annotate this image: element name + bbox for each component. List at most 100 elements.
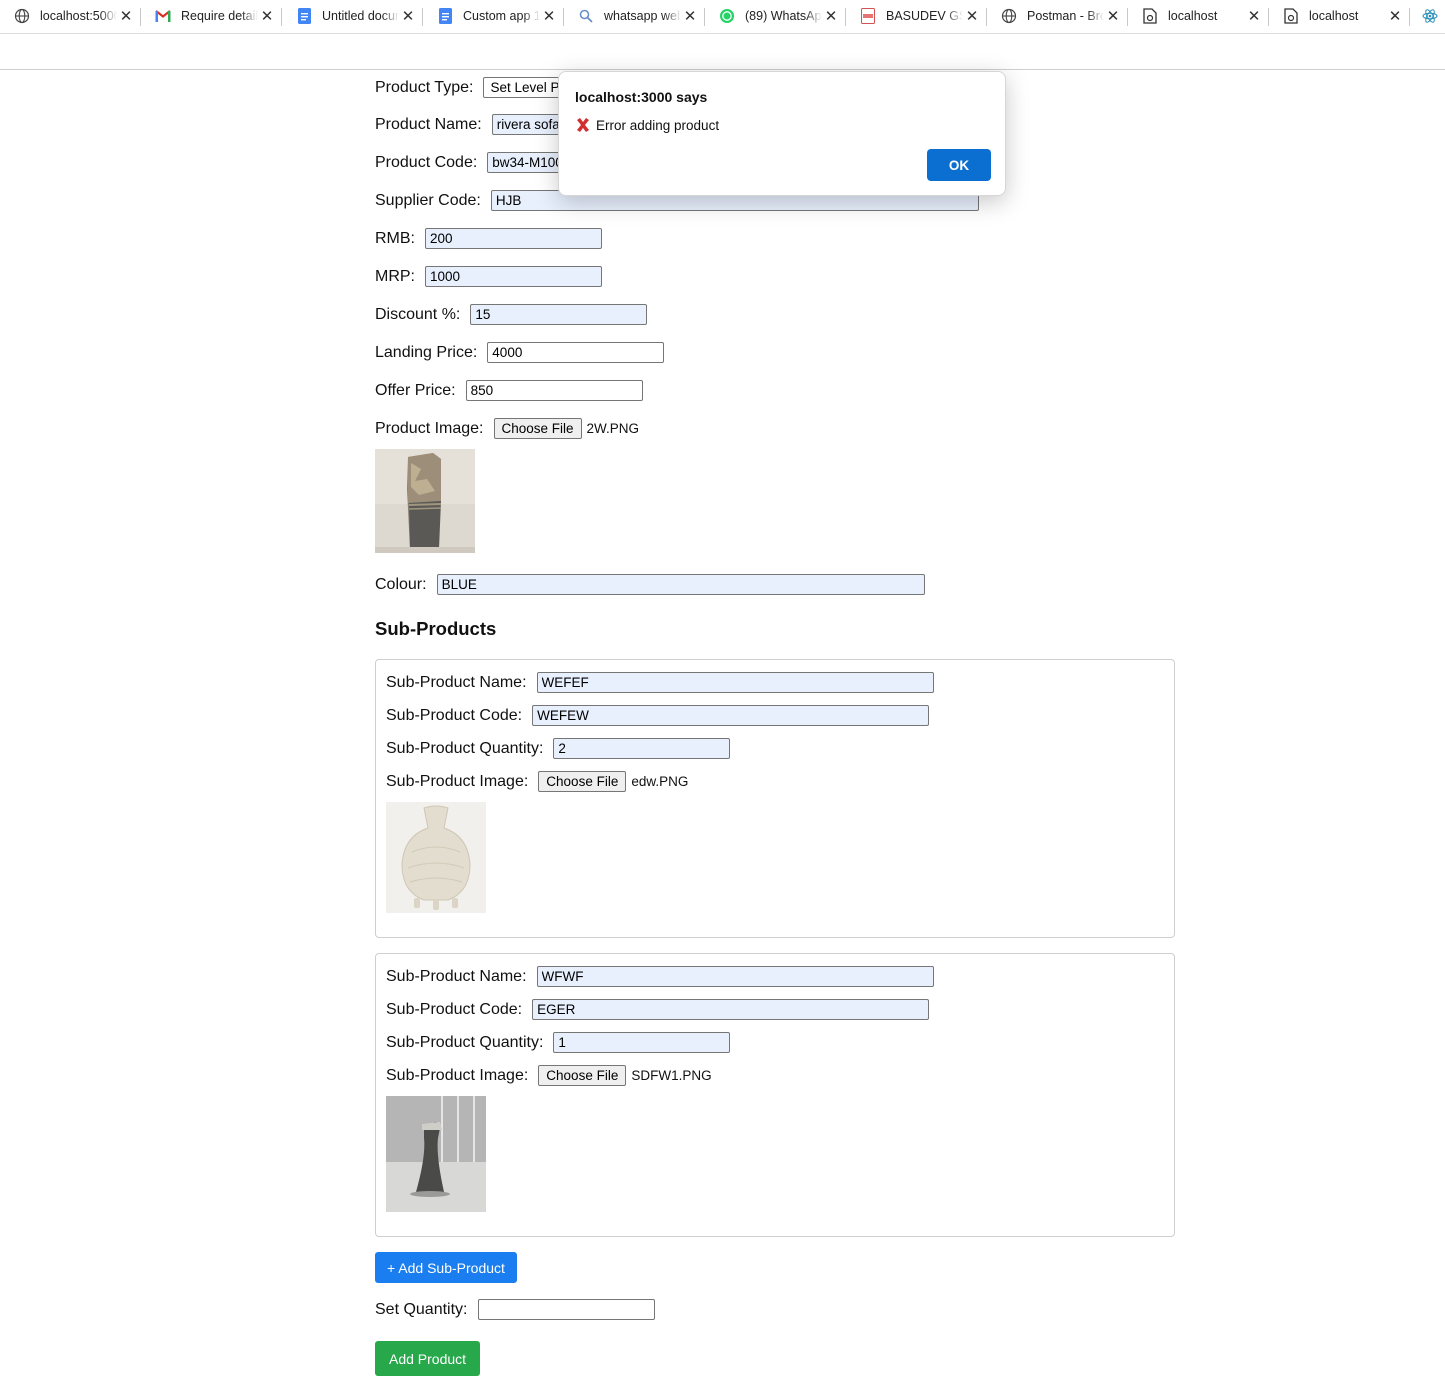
react-icon	[1422, 8, 1438, 24]
close-icon[interactable]: ✕	[117, 7, 135, 25]
close-icon[interactable]: ✕	[540, 7, 558, 25]
sub-product-card: Sub-Product Name: Sub-Product Code: Sub-…	[375, 953, 1175, 1237]
close-icon[interactable]: ✕	[1104, 7, 1122, 25]
close-icon[interactable]: ✕	[822, 7, 840, 25]
sub-product-image-label: Sub-Product Image:	[386, 772, 529, 790]
sub-product-name-input[interactable]	[536, 966, 934, 987]
page-icon	[1283, 8, 1299, 24]
globe-icon	[1001, 8, 1017, 24]
browser-tab-partial[interactable]	[1410, 0, 1445, 32]
close-icon[interactable]: ✕	[399, 7, 417, 25]
browser-tab[interactable]: (89) WhatsApp ✕	[705, 0, 846, 32]
browser-tab[interactable]: whatsapp web ✕	[564, 0, 705, 32]
offer-price-row: Offer Price:	[375, 380, 643, 401]
sub-product-card: Sub-Product Name: Sub-Product Code: Sub-…	[375, 659, 1175, 938]
mrp-row: MRP:	[375, 266, 602, 287]
set-quantity-row: Set Quantity:	[375, 1299, 655, 1320]
browser-tab-strip: localhost:5000 ✕ Require details ✕ Untit…	[0, 0, 1445, 34]
error-x-icon	[575, 117, 591, 133]
sub-product-code-input[interactable]	[532, 999, 930, 1020]
sub-product-quantity-label: Sub-Product Quantity:	[386, 739, 544, 757]
rmb-input[interactable]	[425, 228, 602, 249]
sub-product-code-label: Sub-Product Code:	[386, 706, 523, 724]
product-image-label: Product Image:	[375, 419, 484, 437]
mrp-input[interactable]	[425, 266, 602, 287]
dialog-message: Error adding product	[596, 117, 720, 133]
sub-product-quantity-label: Sub-Product Quantity:	[386, 1033, 544, 1051]
alert-dialog: localhost:3000 says Error adding product…	[558, 71, 1006, 196]
product-type-label: Product Type:	[375, 78, 474, 96]
close-icon[interactable]: ✕	[1386, 7, 1404, 25]
sub-products-heading: Sub-Products	[375, 618, 497, 639]
sub-product-name-label: Sub-Product Name:	[386, 673, 527, 691]
whatsapp-icon	[719, 8, 735, 24]
discount-row: Discount %:	[375, 304, 648, 325]
pdf-icon	[860, 8, 876, 24]
browser-tab[interactable]: Custom app 1 ✕	[423, 0, 564, 32]
tab-label: Untitled docum	[322, 9, 399, 23]
browser-tab[interactable]: Require details ✕	[141, 0, 282, 32]
offer-price-label: Offer Price:	[375, 381, 456, 399]
tab-label: localhost	[1309, 9, 1359, 23]
sub-product-quantity-input[interactable]	[553, 738, 731, 759]
close-icon[interactable]: ✕	[1245, 7, 1263, 25]
add-sub-product-button[interactable]: + Add Sub-Product	[375, 1252, 517, 1283]
set-quantity-label: Set Quantity:	[375, 1300, 468, 1318]
sub-product-image-row: Sub-Product Image: Choose File edw.PNG	[386, 771, 688, 792]
browser-tab[interactable]: BASUDEV GST ✕	[846, 0, 987, 32]
sub-product-image-preview	[386, 1096, 486, 1212]
discount-label: Discount %:	[375, 305, 461, 323]
page-icon	[1142, 8, 1158, 24]
docs-icon	[296, 8, 312, 24]
sub-product-name-label: Sub-Product Name:	[386, 967, 527, 985]
product-code-label: Product Code:	[375, 153, 478, 171]
browser-tab[interactable]: Postman - Brov ✕	[987, 0, 1128, 32]
discount-input[interactable]	[470, 304, 648, 325]
rmb-row: RMB:	[375, 228, 602, 249]
add-product-button[interactable]: Add Product	[375, 1341, 481, 1376]
product-image-row: Product Image: Choose File 2W.PNG	[375, 418, 639, 439]
selected-file-name: SDFW1.PNG	[631, 1068, 712, 1083]
colour-input[interactable]	[436, 574, 925, 595]
gmail-icon	[155, 8, 171, 24]
browser-toolbar	[0, 34, 1445, 70]
close-icon[interactable]: ✕	[681, 7, 699, 25]
tab-label: Postman - Brov	[1027, 9, 1104, 23]
browser-tab[interactable]: Untitled docum ✕	[282, 0, 423, 32]
sub-product-image-preview	[386, 802, 486, 913]
offer-price-input[interactable]	[465, 380, 643, 401]
rmb-label: RMB:	[375, 229, 415, 247]
sub-product-name-row: Sub-Product Name:	[386, 966, 934, 987]
browser-tab[interactable]: localhost ✕	[1128, 0, 1269, 32]
tab-label: Require details	[181, 9, 258, 23]
choose-file-button[interactable]: Choose File	[538, 1065, 627, 1086]
tab-label: localhost	[1168, 9, 1218, 23]
landing-price-row: Landing Price:	[375, 342, 665, 363]
docs-icon	[437, 8, 453, 24]
globe-icon	[14, 8, 30, 24]
tab-label: (89) WhatsApp	[745, 9, 822, 23]
landing-price-input[interactable]	[487, 342, 665, 363]
sub-product-quantity-row: Sub-Product Quantity:	[386, 738, 731, 759]
sub-product-code-input[interactable]	[532, 705, 930, 726]
sub-product-quantity-input[interactable]	[553, 1032, 731, 1053]
set-quantity-input[interactable]	[477, 1299, 655, 1320]
tab-label: whatsapp web	[604, 9, 681, 23]
tab-label: BASUDEV GST	[886, 9, 963, 23]
supplier-code-label: Supplier Code:	[375, 191, 481, 209]
ok-button[interactable]: OK	[927, 149, 991, 181]
browser-tab[interactable]: localhost:5000 ✕	[0, 0, 141, 32]
choose-file-button[interactable]: Choose File	[538, 771, 627, 792]
sub-product-image-row: Sub-Product Image: Choose File SDFW1.PNG	[386, 1065, 712, 1086]
product-image-preview	[375, 449, 475, 553]
landing-price-label: Landing Price:	[375, 343, 478, 361]
sub-product-code-row: Sub-Product Code:	[386, 705, 930, 726]
tab-label: localhost:5000	[40, 9, 117, 23]
browser-tab[interactable]: localhost ✕	[1269, 0, 1410, 32]
dialog-title: localhost:3000 says	[575, 89, 708, 105]
close-icon[interactable]: ✕	[258, 7, 276, 25]
choose-file-button[interactable]: Choose File	[493, 418, 582, 439]
sub-product-name-row: Sub-Product Name:	[386, 672, 934, 693]
sub-product-name-input[interactable]	[536, 672, 934, 693]
close-icon[interactable]: ✕	[963, 7, 981, 25]
